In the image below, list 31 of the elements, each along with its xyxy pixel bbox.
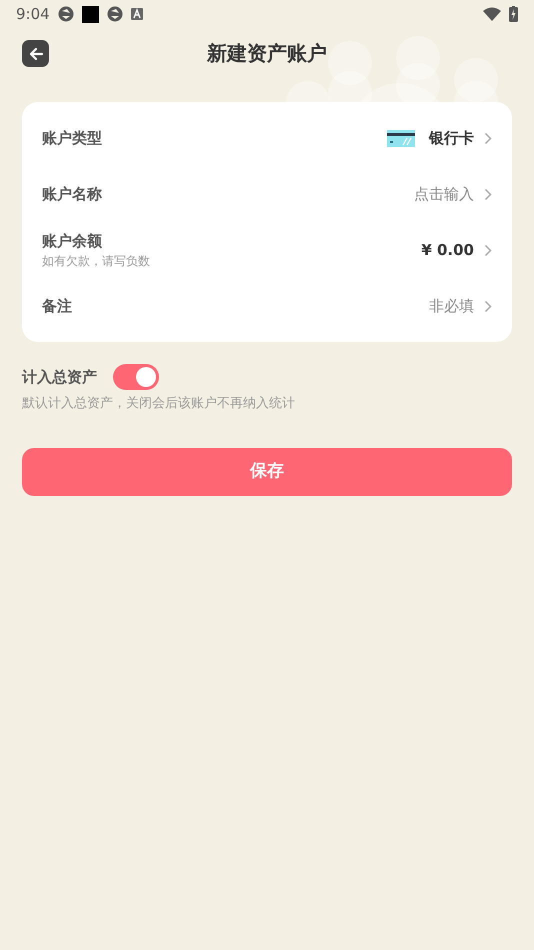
row-label: 备注 <box>42 296 73 317</box>
back-arrow-icon <box>28 46 44 62</box>
form-row[interactable]: 账户类型 银行卡 <box>42 110 492 166</box>
row-value: 银行卡 <box>429 128 474 149</box>
app-icon <box>130 8 143 20</box>
toggle-label: 计入总资产 <box>22 366 97 388</box>
form-row[interactable]: 账户名称 点击输入 <box>42 166 492 222</box>
row-placeholder: 非必填 <box>429 296 474 317</box>
toggle-switch[interactable] <box>113 364 159 390</box>
status-time: 9:04 <box>16 4 50 25</box>
chevron-icon <box>484 300 492 312</box>
row-value: ¥ 0.00 <box>421 240 474 261</box>
app-icon <box>58 6 74 22</box>
app-icon <box>106 6 123 22</box>
row-label: 账户类型 <box>42 128 103 149</box>
back-button[interactable] <box>22 40 49 67</box>
battery-icon <box>509 6 518 22</box>
chevron-icon <box>484 132 492 144</box>
wifi-icon <box>483 7 501 21</box>
form-row[interactable]: 备注 非必填 <box>42 278 492 334</box>
row-hint: 如有欠款，请写负数 <box>42 253 151 270</box>
chevron-icon <box>484 188 492 200</box>
chevron-icon <box>484 244 492 256</box>
row-label: 账户余额 <box>42 230 103 252</box>
row-label: 账户名称 <box>42 184 103 205</box>
bank-card-icon <box>387 130 415 146</box>
toggle-description: 默认计入总资产，关闭会后该账户不再纳入统计 <box>22 395 296 413</box>
page-title: 新建资产账户 <box>207 40 327 67</box>
form-row[interactable]: 账户余额 如有欠款，请写负数 ¥ 0.00 <box>42 222 492 278</box>
row-placeholder: 点击输入 <box>414 184 474 205</box>
app-icon <box>82 6 99 22</box>
